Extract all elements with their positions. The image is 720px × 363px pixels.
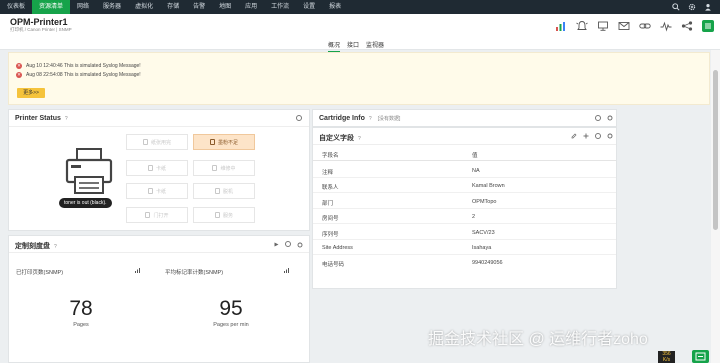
syslog-banner: ✕ Aug 10 12:40:46 This is simulated Sysl…	[8, 52, 710, 105]
table-row: 部门 OPMTopo	[313, 196, 616, 209]
panel-title: Cartridge Info? [没有数据]	[319, 115, 401, 122]
gauge-unit: Pages per min	[213, 322, 249, 328]
refresh-icon[interactable]	[285, 241, 291, 247]
status-maintenance[interactable]: 维修中	[193, 160, 255, 176]
syslog-message: ✕ Aug 10 12:40:46 This is simulated Sysl…	[16, 63, 141, 69]
nav-item-inventory[interactable]: 资源清单	[32, 0, 71, 14]
floating-action-icon[interactable]	[692, 350, 709, 363]
table-row: Site Address Isahaya	[313, 242, 616, 255]
custom-gauges-panel: 定制刻度盘? 已打印页数(SNMP) 78 Pages 平均标记率计数(SNMP…	[8, 235, 310, 363]
settings-icon[interactable]	[607, 115, 613, 121]
monitor-icon[interactable]	[597, 20, 609, 32]
settings-icon[interactable]	[607, 133, 613, 139]
help-icon[interactable]: ?	[369, 116, 372, 122]
gauge-value: 95	[219, 297, 243, 320]
help-icon[interactable]: ?	[358, 136, 361, 142]
signal-icon[interactable]	[135, 268, 140, 273]
printer-status-panel: Printer Status? toner is out (black). 纸张…	[8, 109, 310, 231]
printer-icon	[65, 148, 113, 194]
nav-item-storage[interactable]: 存储	[160, 0, 186, 14]
table-row: 注释 NA	[313, 165, 616, 178]
nav-item-dashboard[interactable]: 仪表板	[0, 0, 32, 14]
table-row: 房间号 2	[313, 211, 616, 224]
play-icon[interactable]	[274, 242, 279, 247]
table-row: 联系人 Kamal Brown	[313, 180, 616, 193]
status-icon	[147, 165, 153, 171]
status-icon	[145, 212, 151, 218]
device-header: OPM-Printer1 打印机 / Canon Printer | SNMP …	[0, 14, 720, 53]
mail-icon[interactable]	[618, 20, 630, 32]
table-header: 字段名 值	[313, 148, 616, 161]
link-icon[interactable]	[639, 20, 651, 32]
refresh-icon[interactable]	[595, 115, 601, 121]
status-icon	[147, 188, 153, 194]
status-icon	[214, 212, 220, 218]
gear-icon[interactable]	[688, 3, 696, 11]
scrollbar-thumb[interactable]	[713, 70, 718, 230]
device-name: OPM-Printer1	[10, 17, 68, 27]
gauge-unit: Pages	[73, 322, 89, 328]
toner-icon	[209, 139, 215, 145]
pulse-icon[interactable]	[660, 20, 672, 32]
top-nav: 仪表板 资源清单 网络 服务器 虚拟化 存储 告警 地图 应用 工作流 设置 报…	[0, 0, 720, 14]
panel-title: 自定义字段?	[319, 135, 361, 142]
breadcrumb[interactable]: 打印机 / Canon Printer | SNMP	[10, 27, 72, 33]
user-icon[interactable]	[704, 3, 712, 11]
settings-icon[interactable]	[297, 242, 303, 248]
add-icon[interactable]	[583, 133, 589, 139]
table-row: 电话号码 9940249056	[322, 260, 503, 268]
custom-fields-panel: 自定义字段? 字段名 值 注释 NA 联系人 Kamal Brown 部门 OPMTo…	[312, 127, 617, 289]
edit-icon[interactable]	[571, 133, 577, 139]
nav-item-maps[interactable]: 地图	[212, 0, 238, 14]
status-jam-2[interactable]: 卡纸	[126, 183, 188, 199]
gauge-label: 已打印页数(SNMP)	[16, 270, 64, 276]
nav-item-alarms[interactable]: 告警	[186, 0, 212, 14]
watermark: 掘金技术社区 @ 运维行者zoho	[428, 331, 648, 348]
refresh-icon[interactable]	[296, 115, 302, 121]
syslog-message: ✕ Aug 08 22:54:08 This is simulated Sysl…	[16, 72, 141, 78]
nav-item-workflow[interactable]: 工作流	[264, 0, 296, 14]
status-service[interactable]: 服务	[193, 207, 255, 223]
alarm-bell-icon[interactable]	[576, 20, 588, 32]
status-icon	[214, 188, 220, 194]
nav-item-network[interactable]: 网络	[70, 0, 96, 14]
help-icon[interactable]: ?	[54, 244, 57, 250]
help-icon[interactable]: ?	[65, 116, 68, 122]
status-paper-out[interactable]: 纸张用完	[126, 134, 188, 150]
cartridge-info-panel: Cartridge Info? [没有数据]	[312, 109, 617, 127]
status-icon	[212, 165, 218, 171]
toner-tooltip: toner is out (black).	[59, 198, 112, 208]
nav-item-virtualization[interactable]: 虚拟化	[128, 0, 160, 14]
status-jam[interactable]: 卡纸	[126, 160, 188, 176]
signal-icon[interactable]	[284, 268, 289, 273]
error-icon: ✕	[16, 63, 22, 69]
nav-item-settings[interactable]: 设置	[296, 0, 322, 14]
table-row: 序列号 SACV/23	[313, 227, 616, 240]
status-door-open[interactable]: 门打开	[126, 207, 188, 223]
more-button[interactable]: 更多>>	[17, 88, 45, 98]
error-icon: ✕	[16, 72, 22, 78]
nav-item-apps[interactable]: 应用	[238, 0, 264, 14]
refresh-icon[interactable]	[595, 133, 601, 139]
scrollbar[interactable]	[711, 50, 720, 363]
network-speed-badge: 356 K/s	[658, 351, 675, 363]
nav-item-reports[interactable]: 报表	[322, 0, 348, 14]
gauge-value: 78	[69, 297, 93, 320]
nav-item-servers[interactable]: 服务器	[96, 0, 128, 14]
menu-icon[interactable]	[702, 20, 714, 32]
search-icon[interactable]	[672, 3, 680, 11]
chart-icon[interactable]	[555, 20, 567, 32]
panel-title: Printer Status?	[15, 115, 68, 122]
gauge-label: 平均标记率计数(SNMP)	[165, 270, 224, 276]
nodes-icon[interactable]	[681, 20, 693, 32]
status-offline[interactable]: 脱机	[193, 183, 255, 199]
status-toner-low[interactable]: 墨粉不足	[193, 134, 255, 150]
panel-title: 定制刻度盘?	[15, 243, 57, 250]
status-icon	[142, 139, 148, 145]
